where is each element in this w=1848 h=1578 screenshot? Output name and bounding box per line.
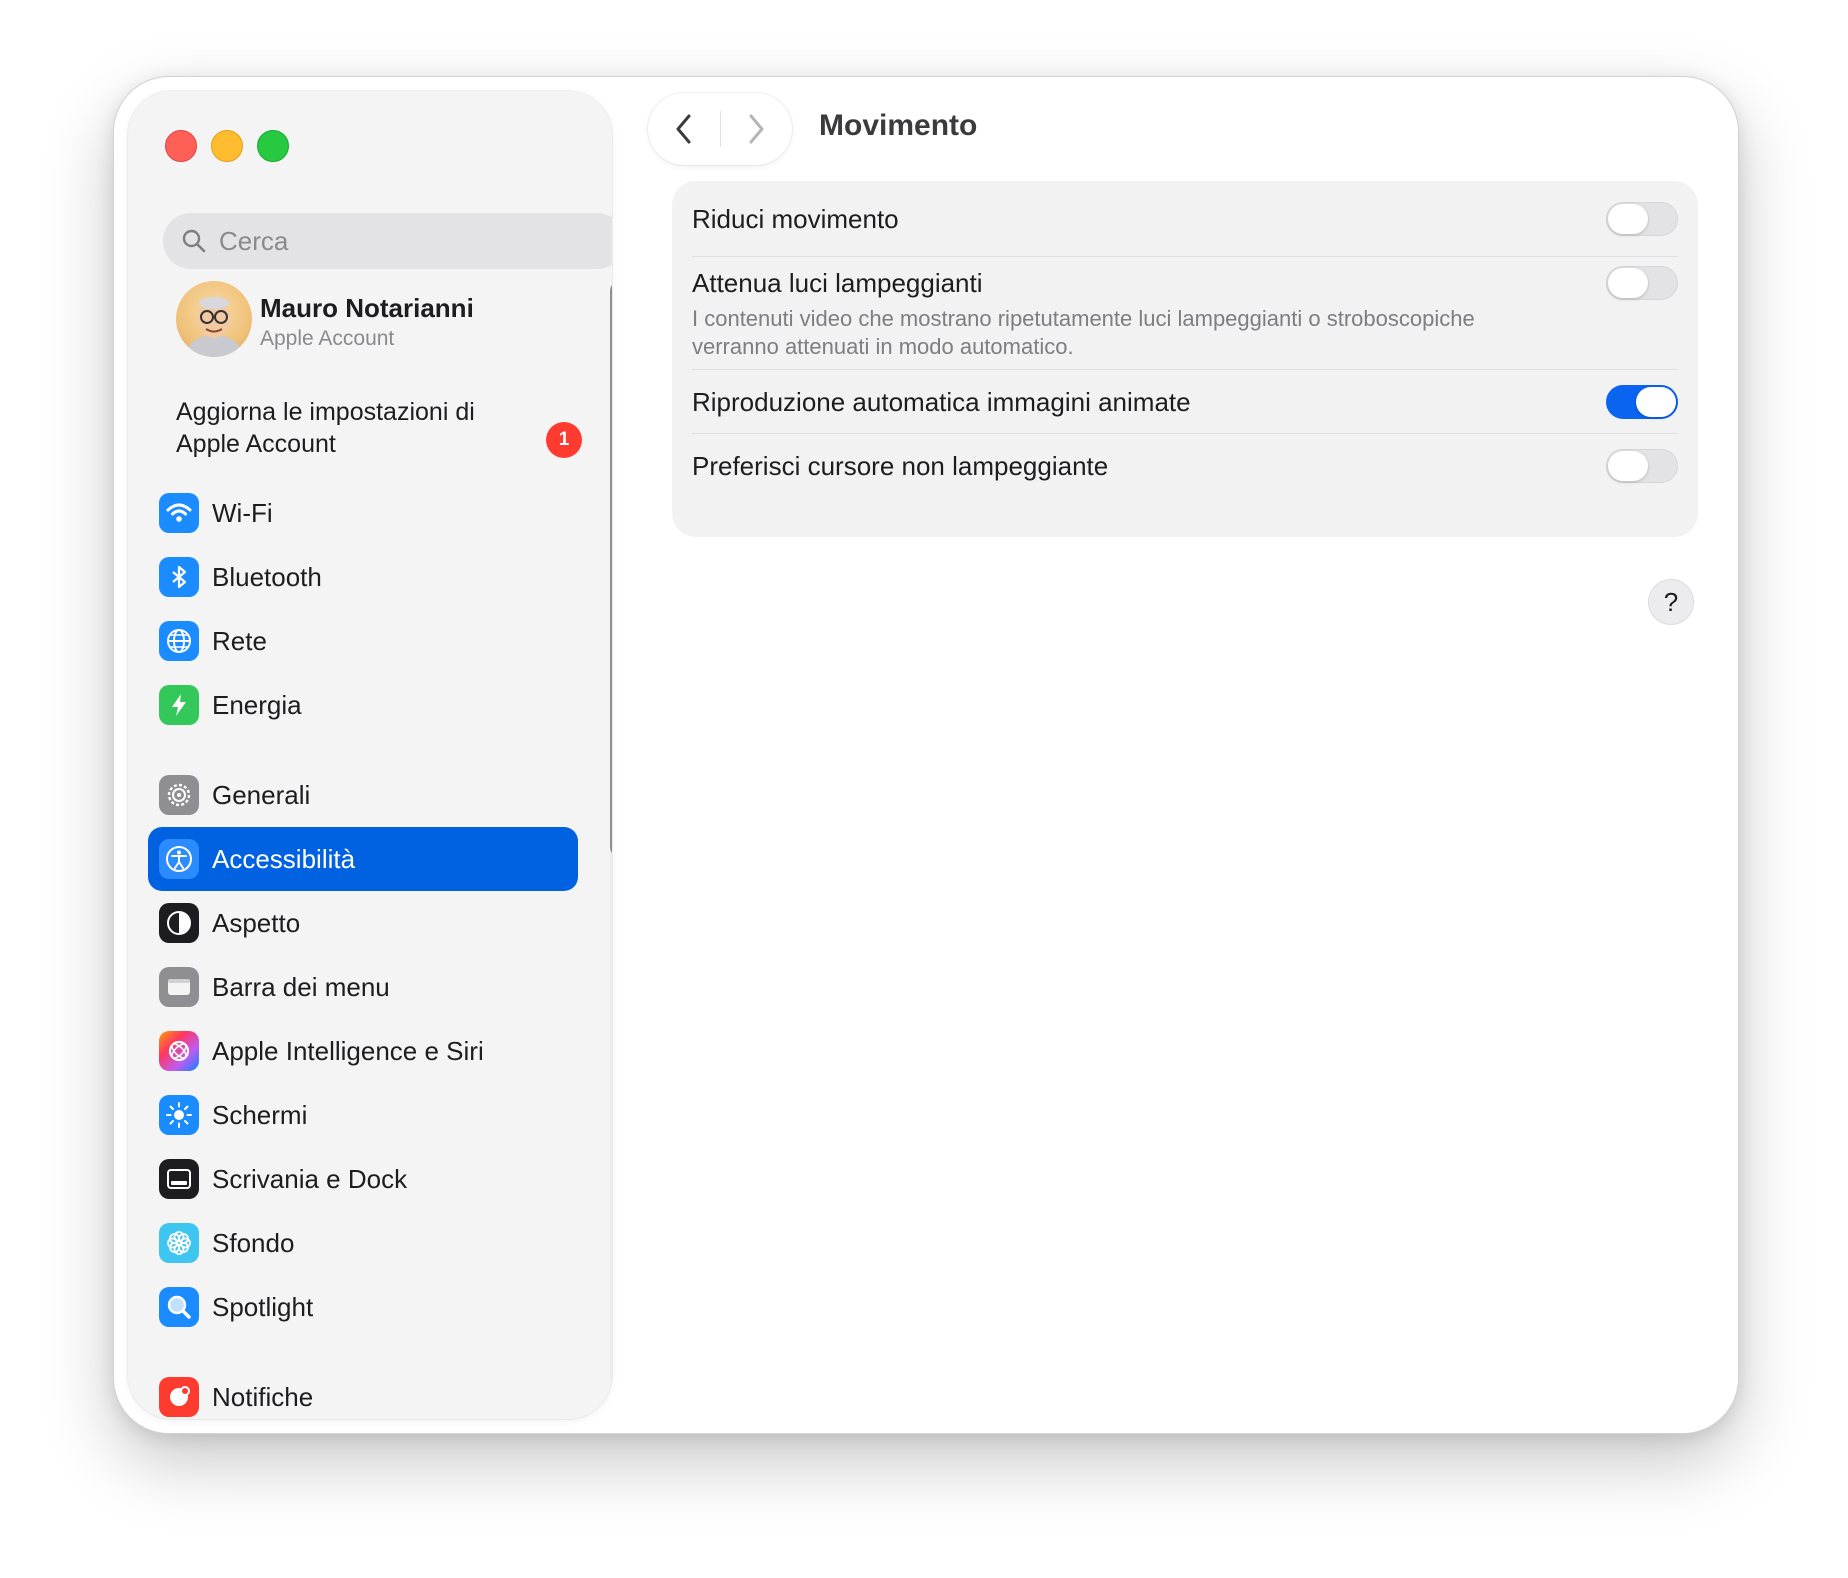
siri-icon <box>159 1031 199 1071</box>
sidebar-item-label: Generali <box>212 779 311 810</box>
cursore-non-lampeggiante-toggle[interactable] <box>1606 449 1678 483</box>
sidebar-item-energia[interactable]: Energia <box>148 673 578 737</box>
sidebar-item-barra-dei-menu[interactable]: Barra dei menu <box>148 955 578 1019</box>
attenua-luci-toggle[interactable] <box>1606 266 1678 300</box>
setting-row-cursore-non-lampeggiante: Preferisci cursore non lampeggiante <box>692 438 1678 494</box>
search-input[interactable] <box>217 224 601 258</box>
sidebar: Mauro Notarianni Apple Account Aggiorna … <box>128 91 612 1419</box>
help-button[interactable]: ? <box>1648 579 1694 625</box>
sidebar-item-label: Accessibilità <box>212 843 356 874</box>
gear-icon <box>159 775 199 815</box>
minimize-window-button[interactable] <box>211 130 243 162</box>
setting-title: Attenua luci lampeggianti <box>692 268 983 298</box>
riduci-movimento-toggle[interactable] <box>1606 202 1678 236</box>
sidebar-item-label: Energia <box>212 689 302 720</box>
system-settings-window: Mauro Notarianni Apple Account Aggiorna … <box>113 76 1739 1434</box>
magnifier-icon <box>159 1287 199 1327</box>
back-button[interactable] <box>648 93 720 165</box>
setting-row-attenua-luci: Attenua luci lampeggianti I contenuti vi… <box>692 261 1678 359</box>
zoom-window-button[interactable] <box>257 130 289 162</box>
notification-badge: 1 <box>546 422 582 458</box>
profile-subtitle: Apple Account <box>260 327 395 350</box>
sidebar-scrollbar-thumb[interactable] <box>610 281 612 857</box>
sidebar-item-apple-intelligence-e-siri[interactable]: Apple Intelligence e Siri <box>148 1019 578 1083</box>
apple-account-profile[interactable]: Mauro Notarianni Apple Account <box>166 281 586 361</box>
avatar <box>176 281 252 357</box>
setting-title: Preferisci cursore non lampeggiante <box>692 451 1109 481</box>
sidebar-item-label: Apple Intelligence e Siri <box>212 1035 484 1066</box>
sidebar-item-label: Sfondo <box>212 1227 295 1258</box>
divider <box>692 433 1678 434</box>
sidebar-item-label: Barra dei menu <box>212 971 390 1002</box>
sidebar-item-label: Wi-Fi <box>212 497 273 528</box>
dock-icon <box>159 1159 199 1199</box>
sidebar-item-label: Notifiche <box>212 1381 314 1412</box>
profile-name: Mauro Notarianni <box>260 293 474 323</box>
divider <box>692 256 1678 257</box>
menubar-icon <box>159 967 199 1007</box>
sun-icon <box>159 1095 199 1135</box>
sidebar-item-label: Spotlight <box>212 1291 314 1322</box>
sidebar-item-spotlight[interactable]: Spotlight <box>148 1275 578 1339</box>
flower-icon <box>159 1223 199 1263</box>
sidebar-item-label: Bluetooth <box>212 561 322 592</box>
globe-icon <box>159 621 199 661</box>
appearance-icon <box>159 903 199 943</box>
sidebar-item-label: Scrivania e Dock <box>212 1163 408 1194</box>
riproduzione-automatica-toggle[interactable] <box>1606 385 1678 419</box>
history-navigation <box>648 93 792 165</box>
setting-row-riduci-movimento: Riduci movimento <box>692 197 1678 241</box>
search-field[interactable] <box>163 213 612 269</box>
sidebar-item-generali[interactable]: Generali <box>148 763 578 827</box>
sidebar-item-wifi[interactable]: Wi-Fi <box>148 481 578 545</box>
page-title: Movimento <box>819 109 978 142</box>
close-window-button[interactable] <box>165 130 197 162</box>
divider <box>692 369 1678 370</box>
sidebar-item-accessibilita[interactable]: Accessibilità <box>148 827 578 891</box>
chevron-left-icon <box>676 114 691 144</box>
sidebar-item-label: Aspetto <box>212 907 301 938</box>
bell-icon <box>159 1377 199 1417</box>
setting-title: Riduci movimento <box>692 204 899 234</box>
setting-description: I contenuti video che mostrano ripetutam… <box>692 306 1475 359</box>
setting-title: Riproduzione automatica immagini animate <box>692 387 1191 417</box>
sidebar-item-bluetooth[interactable]: Bluetooth <box>148 545 578 609</box>
sidebar-item-label: Schermi <box>212 1099 308 1130</box>
sidebar-item-schermi[interactable]: Schermi <box>148 1083 578 1147</box>
forward-button[interactable] <box>720 93 792 165</box>
account-update-item[interactable]: Aggiorna le impostazioni di Apple Accoun… <box>176 396 582 460</box>
accessibility-icon <box>159 839 199 879</box>
chevron-right-icon <box>749 114 764 144</box>
sidebar-item-label: Rete <box>212 625 267 656</box>
motion-settings-group: Riduci movimento Attenua luci lampeggian… <box>672 181 1698 537</box>
wifi-icon <box>159 493 199 533</box>
sidebar-item-scrivania-e-dock[interactable]: Scrivania e Dock <box>148 1147 578 1211</box>
battery-bolt-icon <box>159 685 199 725</box>
sidebar-item-sfondo[interactable]: Sfondo <box>148 1211 578 1275</box>
setting-row-riproduzione-automatica: Riproduzione automatica immagini animate <box>692 374 1678 430</box>
account-update-label: Aggiorna le impostazioni di Apple Accoun… <box>176 398 475 458</box>
sidebar-scrollbar[interactable] <box>610 281 612 1389</box>
sidebar-item-notifiche[interactable]: Notifiche <box>148 1365 578 1419</box>
search-icon <box>182 229 206 253</box>
sidebar-item-aspetto[interactable]: Aspetto <box>148 891 578 955</box>
sidebar-item-rete[interactable]: Rete <box>148 609 578 673</box>
bluetooth-icon <box>159 557 199 597</box>
